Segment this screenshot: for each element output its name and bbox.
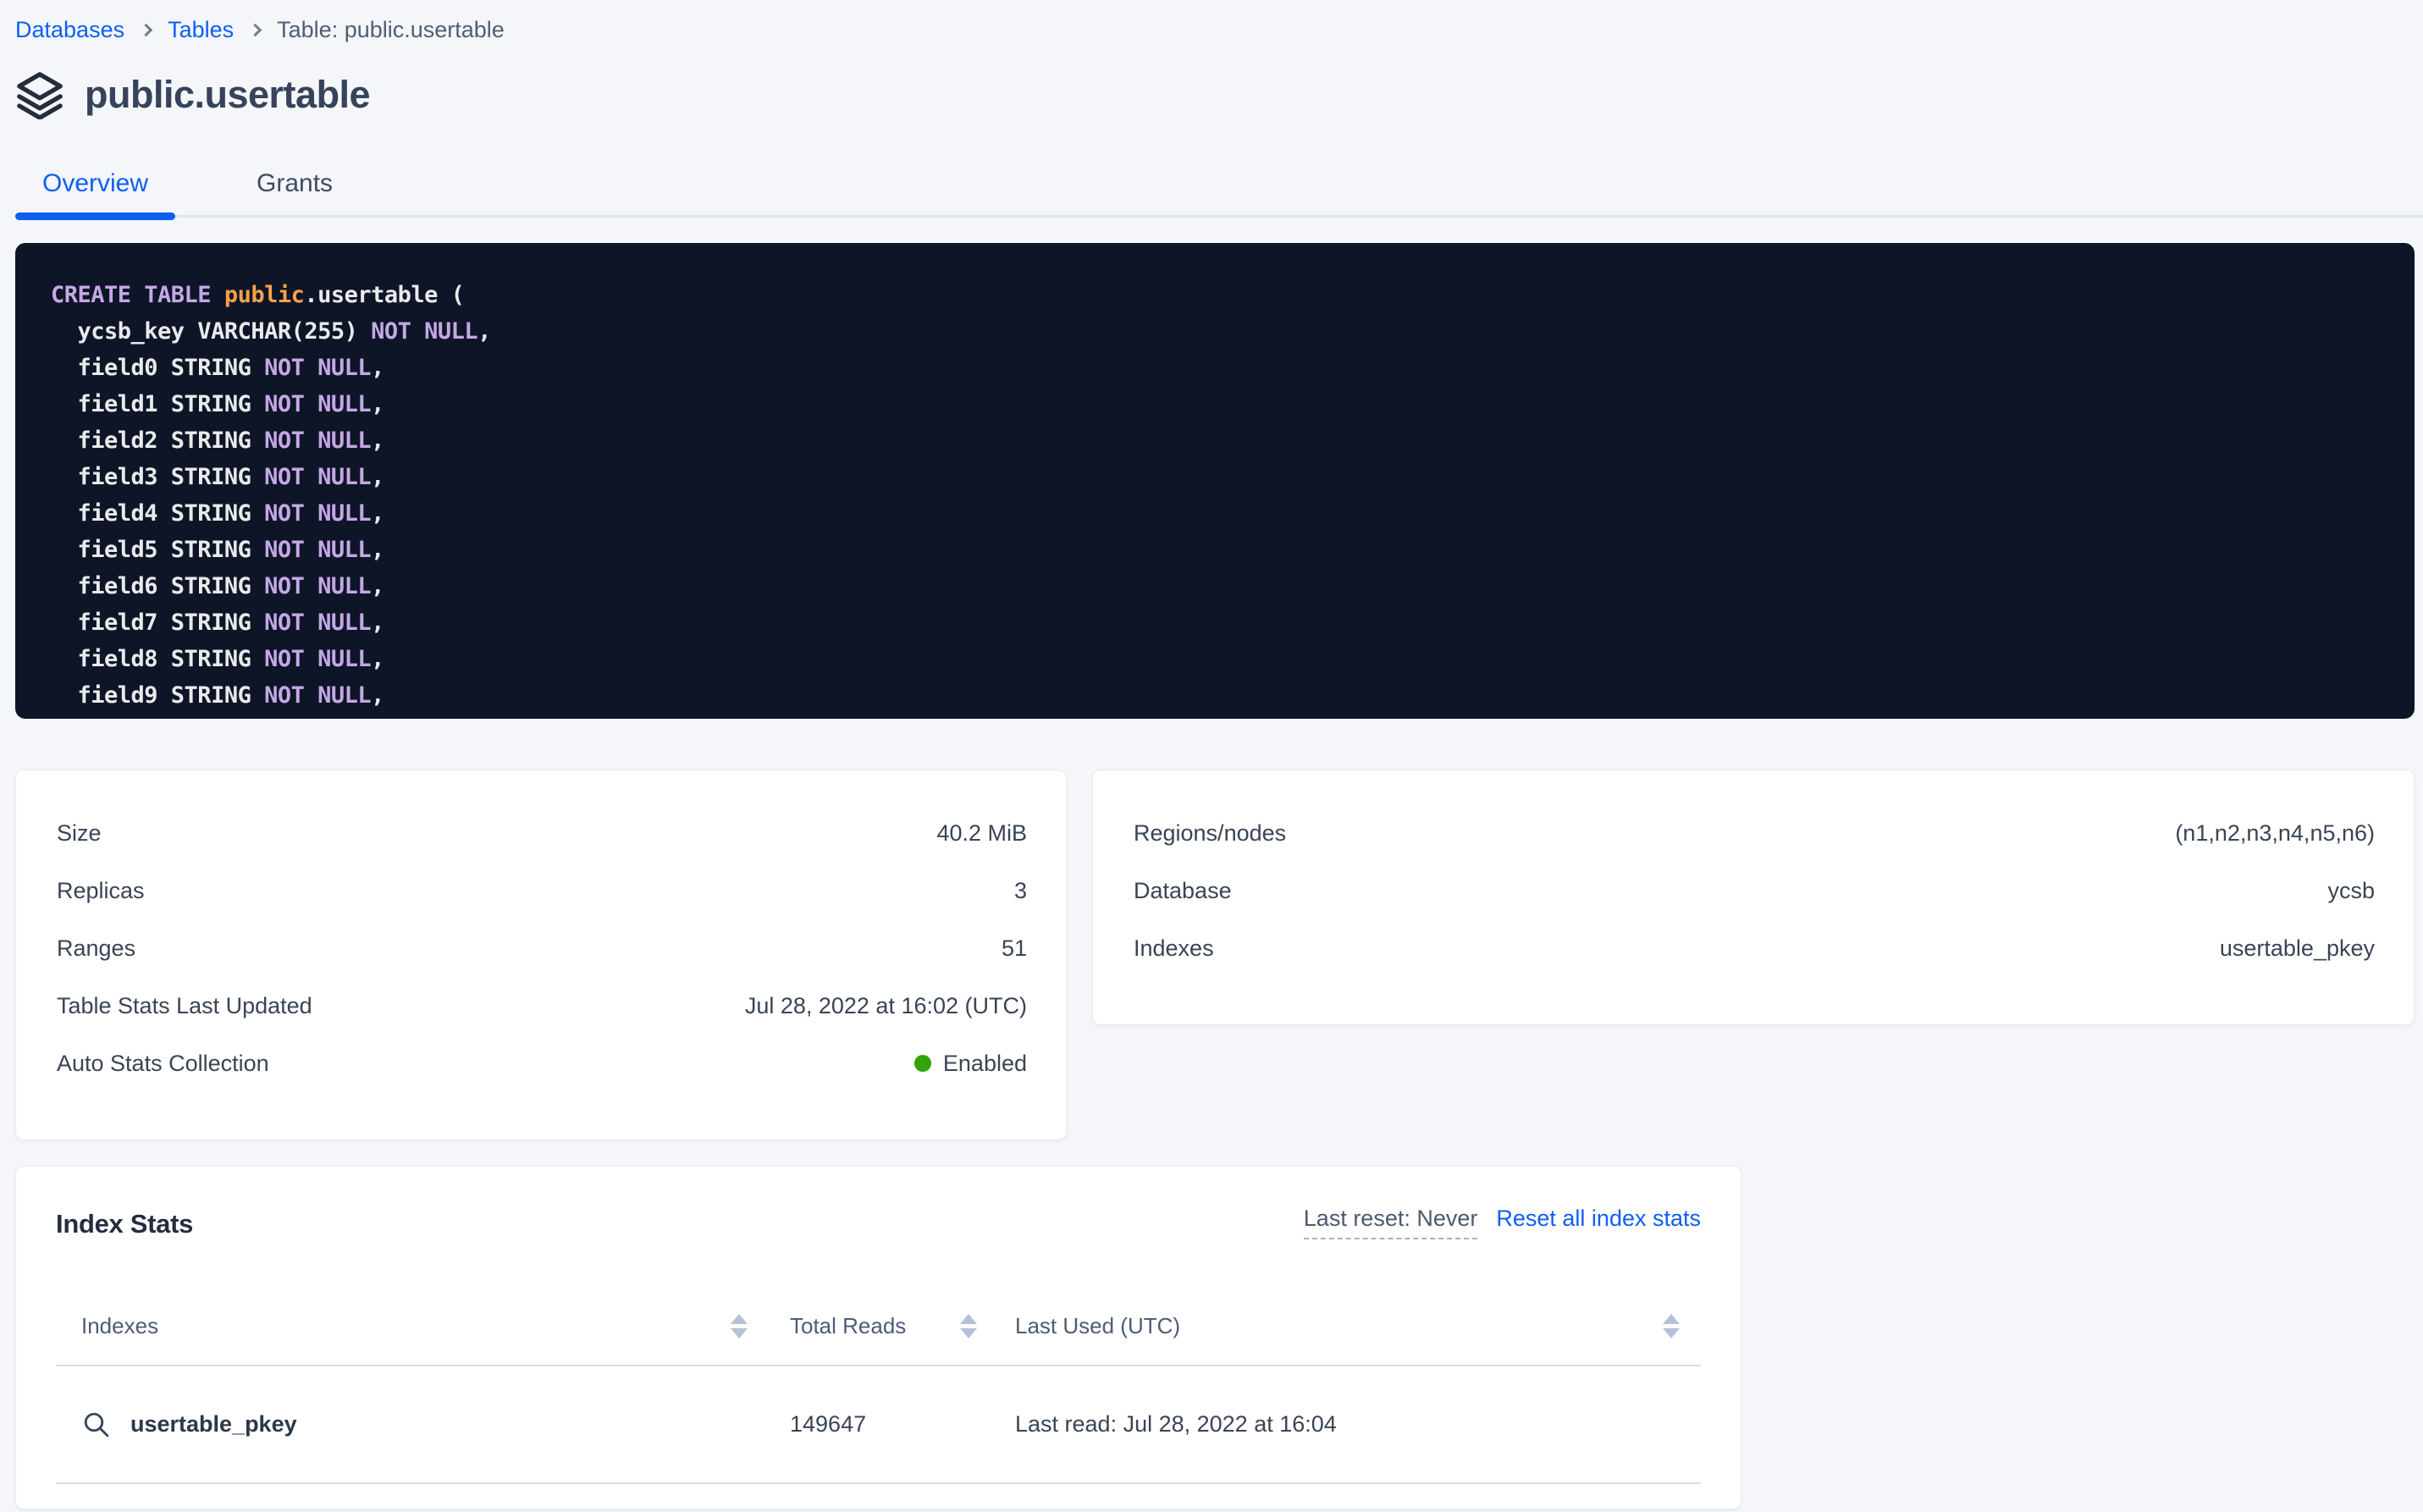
detail-label: Size xyxy=(57,820,102,847)
breadcrumb-databases-link[interactable]: Databases xyxy=(15,17,124,43)
detail-row-replicas: Replicas 3 xyxy=(57,862,1027,919)
sort-desc-icon xyxy=(731,1328,748,1338)
detail-value: 3 xyxy=(1014,878,1027,904)
details-cards-row: Size 40.2 MiB Replicas 3 Ranges 51 Table… xyxy=(15,770,2415,1140)
detail-row-indexes: Indexes usertable_pkey xyxy=(1134,919,2375,977)
tab-overview[interactable]: Overview xyxy=(15,169,175,215)
detail-value: Jul 28, 2022 at 16:02 (UTC) xyxy=(745,993,1027,1019)
database-details-card: Regions/nodes (n1,n2,n3,n4,n5,n6) Databa… xyxy=(1092,770,2415,1025)
sort-desc-icon xyxy=(960,1328,977,1338)
create-table-statement: CREATE TABLE public.usertable ( ycsb_key… xyxy=(15,243,2415,719)
sort-icon[interactable] xyxy=(731,1314,748,1338)
index-stats-header: Index Stats Last reset: Never Reset all … xyxy=(56,1206,1701,1239)
detail-row-ranges: Ranges 51 xyxy=(57,919,1027,977)
detail-row-size: Size 40.2 MiB xyxy=(57,804,1027,862)
detail-value: ycsb xyxy=(2327,878,2375,904)
page-title: public.usertable xyxy=(85,73,370,117)
total-reads-value: 149647 xyxy=(790,1411,1015,1438)
status-dot-green xyxy=(914,1055,931,1072)
sort-asc-icon xyxy=(960,1314,977,1324)
detail-value: usertable_pkey xyxy=(2220,935,2375,962)
layers-stack-icon xyxy=(15,70,64,119)
sort-asc-icon xyxy=(1663,1314,1680,1324)
detail-value: (n1,n2,n3,n4,n5,n6) xyxy=(2175,820,2375,847)
column-header-last-used: Last Used (UTC) xyxy=(1015,1313,1180,1339)
index-name[interactable]: usertable_pkey xyxy=(130,1411,297,1438)
detail-value: 51 xyxy=(1002,935,1027,962)
detail-label: Regions/nodes xyxy=(1134,820,1286,847)
reset-all-index-stats-link[interactable]: Reset all index stats xyxy=(1496,1206,1701,1232)
detail-value: 40.2 MiB xyxy=(936,820,1027,847)
chevron-right-icon xyxy=(140,23,153,36)
detail-label: Auto Stats Collection xyxy=(57,1051,269,1077)
last-used-value: Last read: Jul 28, 2022 at 16:04 xyxy=(1015,1411,1701,1438)
tab-grants[interactable]: Grants xyxy=(229,169,360,215)
column-header-total-reads: Total Reads xyxy=(790,1313,906,1339)
column-header-indexes: Indexes xyxy=(81,1313,158,1339)
detail-label: Ranges xyxy=(57,935,135,962)
status-text: Enabled xyxy=(943,1051,1027,1077)
tab-bar: Overview Grants xyxy=(15,169,2423,218)
detail-label: Table Stats Last Updated xyxy=(57,993,312,1019)
sort-desc-icon xyxy=(1663,1328,1680,1338)
index-stats-title: Index Stats xyxy=(56,1209,193,1239)
detail-label: Indexes xyxy=(1134,935,1214,962)
detail-row-auto-stats: Auto Stats Collection Enabled xyxy=(57,1035,1027,1092)
detail-row-database: Database ycsb xyxy=(1134,862,2375,919)
magnifier-icon xyxy=(81,1410,112,1440)
index-stats-card: Index Stats Last reset: Never Reset all … xyxy=(15,1166,1741,1509)
chevron-right-icon xyxy=(249,23,262,36)
breadcrumb-current: Table: public.usertable xyxy=(277,17,505,43)
reset-area: Last reset: Never Reset all index stats xyxy=(1304,1206,1701,1239)
index-table-header: Indexes Total Reads Last Used (UTC) xyxy=(56,1309,1701,1343)
sort-icon[interactable] xyxy=(960,1314,977,1338)
sort-icon[interactable] xyxy=(1663,1314,1680,1338)
index-stats-row-usertable-pkey[interactable]: usertable_pkey 149647 Last read: Jul 28,… xyxy=(56,1366,1701,1484)
page-header: public.usertable xyxy=(15,69,2415,120)
detail-row-stats-updated: Table Stats Last Updated Jul 28, 2022 at… xyxy=(57,977,1027,1035)
detail-row-regions: Regions/nodes (n1,n2,n3,n4,n5,n6) xyxy=(1134,804,2375,862)
detail-label: Replicas xyxy=(57,878,145,904)
last-reset-label[interactable]: Last reset: Never xyxy=(1304,1206,1478,1239)
table-details-card: Size 40.2 MiB Replicas 3 Ranges 51 Table… xyxy=(15,770,1067,1140)
table-details-page: Databases Tables Table: public.usertable… xyxy=(0,0,2423,1512)
detail-label: Database xyxy=(1134,878,1232,904)
sort-asc-icon xyxy=(731,1314,748,1324)
detail-value: Enabled xyxy=(914,1051,1027,1077)
breadcrumb-tables-link[interactable]: Tables xyxy=(168,17,234,43)
breadcrumb: Databases Tables Table: public.usertable xyxy=(15,12,2415,47)
